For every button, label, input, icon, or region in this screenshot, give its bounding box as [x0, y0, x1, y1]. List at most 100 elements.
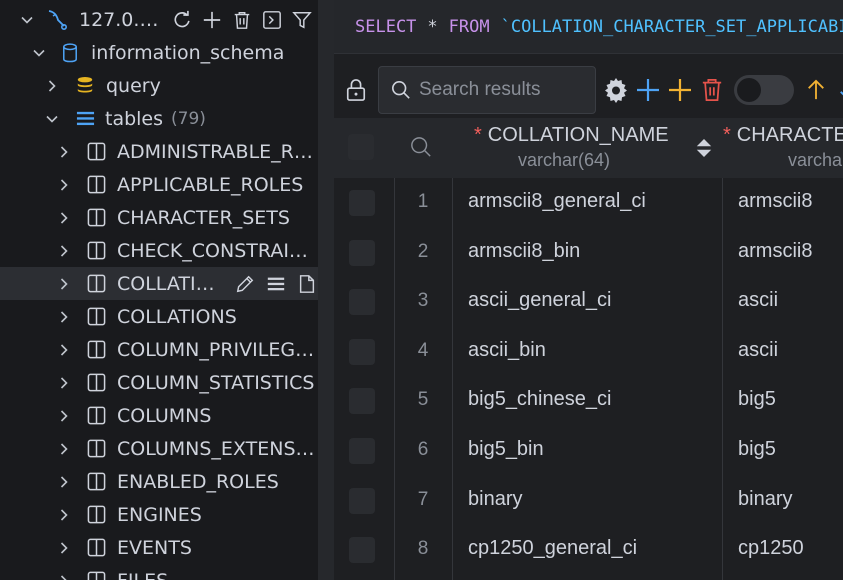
- cell-character-set-name[interactable]: big5: [738, 388, 776, 411]
- chevron-down-icon[interactable]: [44, 109, 60, 129]
- chevron-right-icon[interactable]: [56, 340, 72, 360]
- table-item[interactable]: COLUMN_PRIVILEGE...: [0, 333, 318, 366]
- refresh-icon[interactable]: [171, 9, 193, 31]
- edit-mode-toggle[interactable]: [734, 75, 794, 105]
- row-checkbox[interactable]: [349, 438, 375, 464]
- row-checkbox[interactable]: [349, 190, 375, 216]
- tree-row-database[interactable]: information_schema: [0, 36, 318, 69]
- delete-icon[interactable]: [696, 74, 728, 106]
- row-checkbox[interactable]: [349, 487, 375, 514]
- cell-character-set-name[interactable]: binary: [738, 488, 792, 511]
- sidebar-scrollbar[interactable]: [318, 0, 334, 580]
- cell-collation-name[interactable]: binary: [468, 488, 522, 511]
- chevron-right-icon[interactable]: [56, 241, 72, 261]
- chevron-right-icon[interactable]: [56, 307, 72, 327]
- chevron-right-icon[interactable]: [56, 373, 72, 393]
- table-item[interactable]: COLUMN_STATISTICS: [0, 366, 318, 399]
- table-row[interactable]: 7 binary binary: [334, 476, 843, 526]
- add-column-icon[interactable]: [664, 74, 696, 106]
- cell-collation-name[interactable]: ascii_general_ci: [468, 289, 611, 312]
- cell-character-set-name[interactable]: armscii8: [738, 240, 812, 263]
- tree-row-query[interactable]: query: [0, 69, 318, 102]
- grid-search-icon[interactable]: [410, 136, 432, 162]
- filter-icon[interactable]: [291, 9, 313, 31]
- trash-icon[interactable]: [231, 9, 253, 31]
- row-checkbox[interactable]: [349, 338, 375, 365]
- tree-row-connection[interactable]: 127.0.0....: [0, 3, 318, 36]
- table-row[interactable]: 3 ascii_general_ci ascii: [334, 277, 843, 327]
- chevron-right-icon[interactable]: [56, 274, 72, 294]
- chevron-right-icon[interactable]: [56, 571, 72, 580]
- tree-row-tables[interactable]: tables (79): [0, 102, 318, 135]
- table-item[interactable]: ENGINES: [0, 498, 318, 531]
- chevron-right-icon[interactable]: [56, 406, 72, 426]
- cell-collation-name[interactable]: big5_chinese_ci: [468, 388, 611, 411]
- cell-character-set-name[interactable]: ascii: [738, 289, 778, 312]
- connection-label: 127.0.0....: [79, 8, 161, 31]
- cell-collation-name[interactable]: armscii8_bin: [468, 240, 580, 263]
- list-icon[interactable]: [265, 273, 287, 295]
- row-checkbox[interactable]: [349, 388, 375, 415]
- column-header-collation-name[interactable]: * COLLATION_NAME varchar(64): [452, 118, 723, 178]
- cell-character-set-name[interactable]: armscii8: [738, 190, 812, 213]
- table-row[interactable]: 8 cp1250_general_ci cp1250: [334, 525, 843, 575]
- table-item[interactable]: CHECK_CONSTRAINT...: [0, 234, 318, 267]
- table-item[interactable]: APPLICABLE_ROLES: [0, 168, 318, 201]
- row-checkbox[interactable]: [349, 289, 375, 316]
- chevron-right-icon[interactable]: [56, 505, 72, 525]
- query-editor[interactable]: SELECT * FROM `COLLATION_CHARACTER_SET_A…: [334, 0, 843, 54]
- grid-header: *COLLATION_NAME varchar(64) *CHARACTER_S…: [334, 118, 843, 178]
- table-item[interactable]: COLUMNS_EXTENSI...: [0, 432, 318, 465]
- arrow-up-icon[interactable]: [800, 74, 832, 106]
- select-all-checkbox[interactable]: [348, 134, 374, 160]
- row-checkbox[interactable]: [349, 239, 375, 266]
- cell-character-set-name[interactable]: cp1250: [738, 537, 804, 560]
- chevron-right-icon[interactable]: [56, 142, 72, 162]
- file-icon[interactable]: [296, 273, 318, 295]
- cell-character-set-name[interactable]: ascii: [738, 339, 778, 362]
- table-row[interactable]: 2 armscii8_bin armscii8: [334, 228, 843, 278]
- table-row[interactable]: 1 armscii8_general_ci armscii8: [334, 178, 843, 228]
- table-item[interactable]: COLLATIONS: [0, 300, 318, 333]
- sql-table-name: `COLLATION_CHARACTER_SET_APPLICABILITY`: [500, 16, 843, 37]
- table-item[interactable]: COLLATIO...: [0, 267, 318, 300]
- table-icon: [86, 472, 106, 492]
- chevron-right-icon[interactable]: [56, 538, 72, 558]
- table-row[interactable]: 6 big5_bin big5: [334, 426, 843, 476]
- table-item-label: CHECK_CONSTRAINT...: [117, 239, 318, 262]
- table-item[interactable]: EVENTS: [0, 531, 318, 564]
- add-icon[interactable]: [201, 9, 223, 31]
- chevron-right-icon[interactable]: [56, 439, 72, 459]
- table-item[interactable]: ADMINISTRABLE_RO...: [0, 135, 318, 168]
- gear-icon[interactable]: [600, 74, 632, 106]
- cell-collation-name[interactable]: big5_bin: [468, 438, 544, 461]
- chevron-down-icon[interactable]: [31, 43, 47, 63]
- cell-collation-name[interactable]: ascii_bin: [468, 339, 546, 362]
- lock-icon[interactable]: [340, 74, 372, 106]
- search-input[interactable]: [419, 79, 589, 101]
- cell-character-set-name[interactable]: big5: [738, 438, 776, 461]
- chevron-down-icon[interactable]: [19, 10, 35, 30]
- row-checkbox[interactable]: [349, 537, 375, 564]
- arrow-down-icon[interactable]: [832, 74, 843, 106]
- table-row[interactable]: 5 big5_chinese_ci big5: [334, 376, 843, 426]
- table-row[interactable]: 4 ascii_bin ascii: [334, 327, 843, 377]
- chevron-right-icon[interactable]: [56, 175, 72, 195]
- column-header-character-set-name[interactable]: *CHARACTER_SET_NAME varchar(64): [723, 118, 843, 178]
- chevron-right-icon[interactable]: [44, 76, 60, 96]
- add-row-icon[interactable]: [632, 74, 664, 106]
- table-item[interactable]: FILES: [0, 564, 318, 580]
- terminal-icon[interactable]: [261, 9, 283, 31]
- cell-collation-name[interactable]: cp1250_general_ci: [468, 537, 637, 560]
- edit-icon[interactable]: [234, 273, 256, 295]
- table-item[interactable]: COLUMNS: [0, 399, 318, 432]
- sort-icon[interactable]: [695, 136, 713, 164]
- chevron-right-icon[interactable]: [56, 472, 72, 492]
- cell-collation-name[interactable]: armscii8_general_ci: [468, 190, 646, 213]
- list-icon: [75, 109, 95, 129]
- table-item[interactable]: CHARACTER_SETS: [0, 201, 318, 234]
- search-box[interactable]: [378, 66, 596, 114]
- sql-keyword-from: FROM: [448, 16, 490, 37]
- table-item[interactable]: ENABLED_ROLES: [0, 465, 318, 498]
- chevron-right-icon[interactable]: [56, 208, 72, 228]
